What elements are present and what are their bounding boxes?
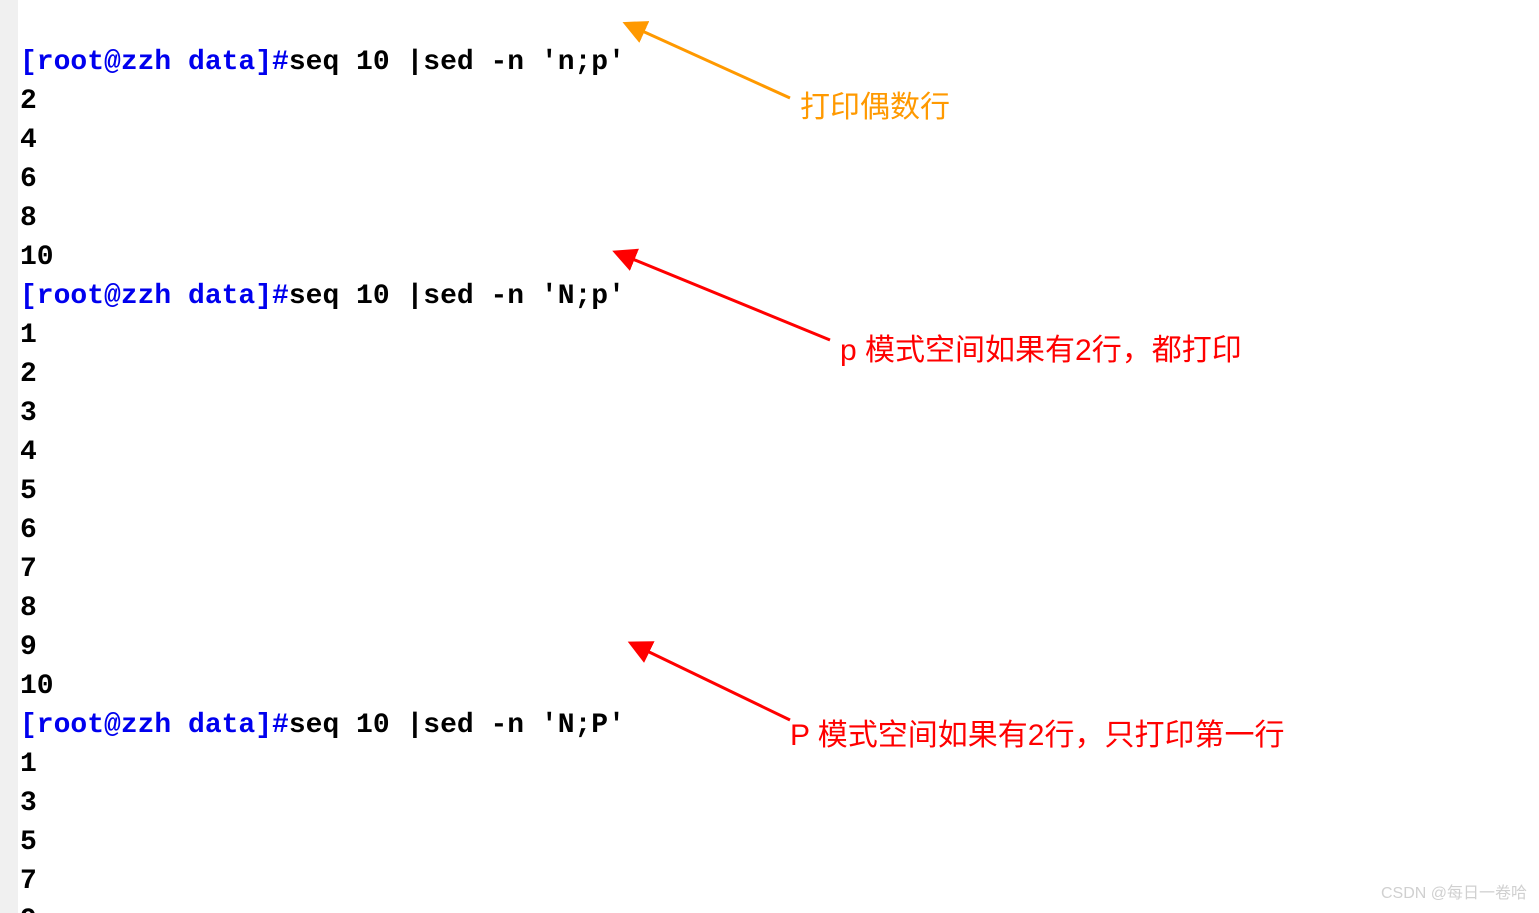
annotation-even-lines: 打印偶数行 [800,82,950,126]
terminal-output: [root@zzh data]#seq 10 |sed -n 'n;p' 2 4… [20,4,625,913]
watermark: CSDN @每日一卷哈 [1381,879,1527,903]
output-row: 1 [20,749,37,780]
output-row: 6 [20,515,37,546]
output-row: 8 [20,593,37,624]
output-row: 8 [20,203,37,234]
output-row: 7 [20,554,37,585]
output-row: 3 [20,398,37,429]
annotation-lowercase-p: p 模式空间如果有2行，都打印 [840,325,1242,369]
output-row: 1 [20,320,37,351]
command-1: seq 10 |sed -n 'n;p' [289,47,625,78]
prompt-1: [root@zzh data]# [20,47,289,78]
command-2: seq 10 |sed -n 'N;p' [289,281,625,312]
output-row: 9 [20,632,37,663]
output-row: 2 [20,86,37,117]
command-3: seq 10 |sed -n 'N;P' [289,710,625,741]
annotation-uppercase-p: P 模式空间如果有2行，只打印第一行 [790,710,1285,754]
output-row: 5 [20,476,37,507]
prompt-3: [root@zzh data]# [20,710,289,741]
output-row: 6 [20,164,37,195]
output-row: 4 [20,437,37,468]
output-row: 9 [20,905,37,913]
output-row: 2 [20,359,37,390]
output-row: 10 [20,671,54,702]
output-row: 3 [20,788,37,819]
output-row: 10 [20,242,54,273]
output-row: 5 [20,827,37,858]
gutter [0,0,18,913]
output-row: 7 [20,866,37,897]
output-row: 4 [20,125,37,156]
prompt-2: [root@zzh data]# [20,281,289,312]
